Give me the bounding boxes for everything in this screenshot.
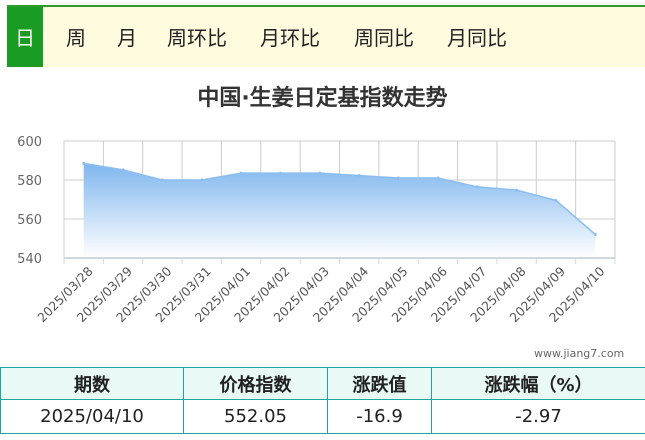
data-point bbox=[436, 176, 440, 180]
data-point bbox=[554, 198, 558, 202]
data-point bbox=[200, 178, 204, 182]
cell-period: 2025/04/10 bbox=[0, 399, 184, 434]
data-point bbox=[397, 176, 401, 180]
tab-month-over-month[interactable]: 月环比 bbox=[260, 7, 320, 67]
tab-month[interactable]: 月 bbox=[117, 7, 137, 67]
y-tick-label: 540 bbox=[17, 252, 42, 267]
data-point bbox=[515, 188, 519, 192]
y-tick-label: 560 bbox=[17, 213, 42, 228]
data-point bbox=[278, 171, 282, 175]
data-point bbox=[475, 185, 479, 189]
table-row: 2025/04/10 552.05 -16.9 -2.97 bbox=[0, 399, 645, 434]
header-period: 期数 bbox=[0, 367, 184, 400]
chart-title: 中国·生姜日定基指数走势 bbox=[197, 86, 448, 111]
y-tick-label: 580 bbox=[17, 174, 42, 189]
tab-week[interactable]: 周 bbox=[66, 7, 86, 67]
axes bbox=[63, 257, 616, 264]
cell-price-index: 552.05 bbox=[183, 399, 328, 434]
data-point bbox=[121, 168, 125, 172]
index-trend-chart: 540 560 580 600 2025/03/282025/03/292025/03… bbox=[17, 135, 616, 325]
tab-month-year-over-year[interactable]: 月同比 bbox=[447, 7, 507, 67]
tab-day[interactable]: 日 bbox=[7, 7, 43, 67]
summary-table: 期数 价格指数 涨跌值 涨跌幅（%） 2025/04/10 552.05 -16… bbox=[0, 367, 645, 434]
data-point bbox=[82, 161, 86, 165]
data-point bbox=[160, 178, 164, 182]
tab-week-over-week[interactable]: 周环比 bbox=[167, 7, 227, 67]
area-fill bbox=[83, 163, 596, 258]
y-tick-label: 600 bbox=[17, 135, 42, 150]
period-tab-bar: 日 周 月 周环比 月环比 周同比 月同比 bbox=[7, 5, 645, 67]
header-change-percent: 涨跌幅（%） bbox=[431, 367, 645, 400]
data-point bbox=[318, 171, 322, 175]
cell-change-value: -16.9 bbox=[327, 399, 432, 434]
x-tick-labels: 2025/03/282025/03/292025/03/302025/03/31… bbox=[34, 263, 607, 325]
tab-week-year-over-year[interactable]: 周同比 bbox=[354, 7, 414, 67]
cell-change-percent: -2.97 bbox=[431, 399, 645, 434]
table-header-row: 期数 价格指数 涨跌值 涨跌幅（%） bbox=[0, 367, 645, 400]
area-series bbox=[82, 161, 597, 258]
header-change-value: 涨跌值 bbox=[327, 367, 432, 400]
header-price-index: 价格指数 bbox=[183, 367, 328, 400]
data-point bbox=[357, 174, 361, 178]
watermark: www.jiang7.com bbox=[534, 347, 625, 360]
data-point bbox=[593, 233, 597, 237]
y-tick-labels: 540 560 580 600 bbox=[17, 135, 42, 267]
data-point bbox=[239, 171, 243, 175]
